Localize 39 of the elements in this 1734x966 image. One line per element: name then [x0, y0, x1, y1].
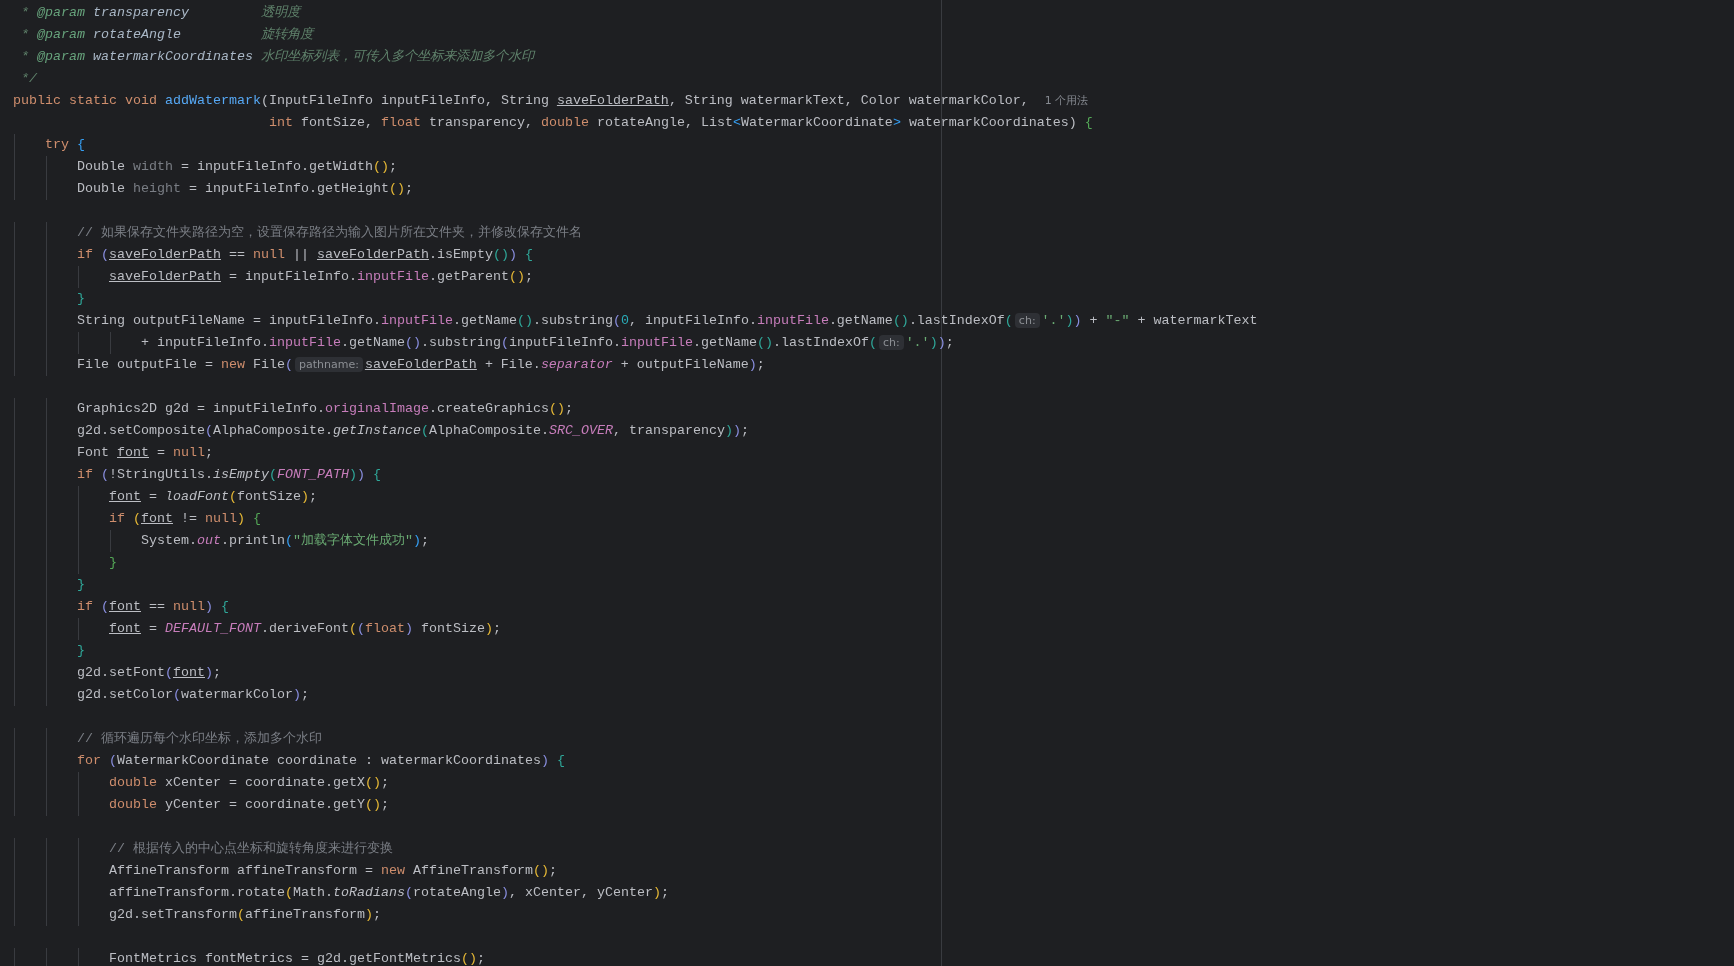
code-line: int fontSize, float transparency, double rotateAngle, List<WatermarkCoordinate> watermarkCoordinates) { [267, 114, 1093, 132]
code-line: * @param watermarkCoordinates 水印坐标列表，可传入多个坐标来添加多个水印 [20, 48, 534, 66]
code-line: try { [44, 136, 85, 154]
code-line: double yCenter = coordinate.getY(); [108, 796, 389, 814]
code-line: g2d.setTransform(affineTransform); [108, 906, 381, 924]
code-line: } [76, 290, 85, 308]
code-line: + inputFileInfo.inputFile.getName().substring(inputFileInfo.inputFile.getName().lastIndexOf( ch: '.')); [140, 334, 954, 352]
code-line: g2d.setColor(watermarkColor); [76, 686, 309, 704]
code-line: File outputFile = new File( pathname: saveFolderPath + File.separator + outputFileName); [76, 356, 765, 374]
code-line: if (saveFolderPath == null || saveFolderPath.isEmpty()) { [76, 246, 533, 264]
code-line: g2d.setFont(font); [76, 664, 221, 682]
code-line: Double width = inputFileInfo.getWidth(); [76, 158, 397, 176]
code-line: Double height = inputFileInfo.getHeight(); [76, 180, 413, 198]
code-line: FontMetrics fontMetrics = g2d.getFontMetrics(); [108, 950, 485, 966]
code-line: */ [20, 70, 37, 88]
code-line: Graphics2D g2d = inputFileInfo.originalImage.createGraphics(); [76, 400, 573, 418]
code-line: * @param transparency 透明度 [20, 4, 300, 22]
code-line: Font font = null; [76, 444, 213, 462]
code-line: saveFolderPath = inputFileInfo.inputFile.getParent(); [108, 268, 533, 286]
code-line: double xCenter = coordinate.getX(); [108, 774, 389, 792]
code-line: if (font == null) { [76, 598, 229, 616]
code-line: // 根据传入的中心点坐标和旋转角度来进行变换 [108, 840, 393, 858]
code-line: * @param rotateAngle 旋转角度 [20, 26, 313, 44]
code-line: } [108, 554, 117, 572]
code-line: public static void addWatermark(InputFileInfo inputFileInfo, String saveFolderPath, String watermarkText, Color watermarkColor, 1 个用法 [13, 92, 1089, 110]
code-line: font = DEFAULT_FONT.deriveFont((float) fontSize); [108, 620, 501, 638]
code-line: // 循环遍历每个水印坐标，添加多个水印 [76, 730, 322, 748]
code-line: } [76, 576, 85, 594]
code-line: if (font != null) { [108, 510, 261, 528]
code-line: affineTransform.rotate(Math.toRadians(rotateAngle), xCenter, yCenter); [108, 884, 669, 902]
code-line: g2d.setComposite(AlphaComposite.getInstance(AlphaComposite.SRC_OVER, transparency)); [76, 422, 749, 440]
code-line: AffineTransform affineTransform = new AffineTransform(); [108, 862, 557, 880]
code-line: System.out.println("加载字体文件成功"); [140, 532, 429, 550]
code-line: for (WatermarkCoordinate coordinate : watermarkCoordinates) { [76, 752, 565, 770]
code-line: font = loadFont(fontSize); [108, 488, 317, 506]
code-line: // 如果保存文件夹路径为空，设置保存路径为输入图片所在文件夹，并修改保存文件名 [76, 224, 582, 242]
code-line: if (!StringUtils.isEmpty(FONT_PATH)) { [76, 466, 381, 484]
code-line: } [76, 642, 85, 660]
code-line: String outputFileName = inputFileInfo.inputFile.getName().substring(0, inputFileInfo.inputFile.getName().lastIndexOf( ch: '.')) + "-" + watermarkText [76, 312, 1258, 330]
